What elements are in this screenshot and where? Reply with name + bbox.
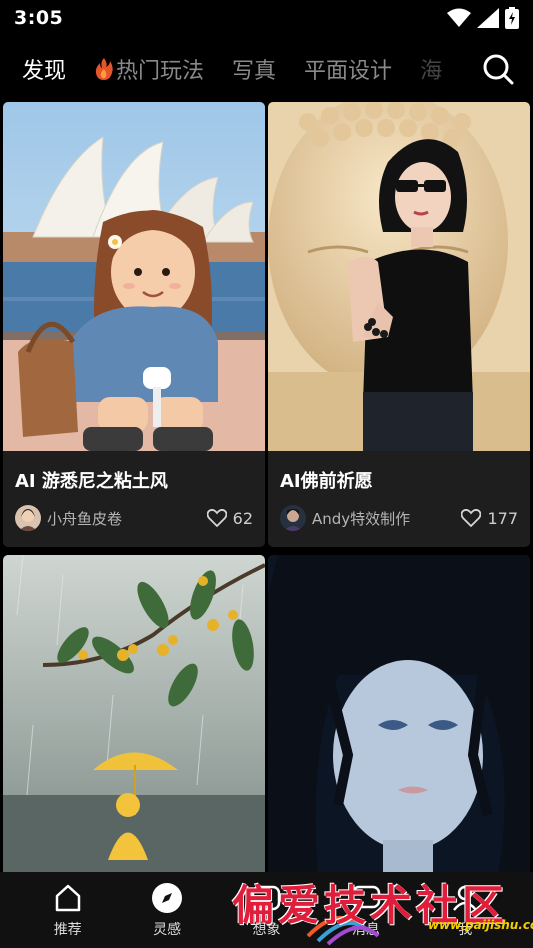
nav-inspiration[interactable]: 灵感 — [132, 881, 202, 939]
nav-label: 推荐 — [53, 922, 82, 938]
bottom-nav: 推荐 灵感 想象 消息 我 — [0, 872, 533, 948]
compass-icon — [152, 883, 183, 913]
buddha-woman-image — [268, 102, 530, 451]
home-icon — [55, 884, 80, 912]
like-button[interactable]: 62 — [206, 508, 253, 528]
avatar — [280, 505, 306, 531]
profile-icon — [453, 885, 478, 911]
nav-messages[interactable]: 消息 — [331, 881, 401, 939]
heart-icon — [206, 509, 227, 527]
card-osmanthus-rain[interactable] — [3, 555, 265, 875]
tab-hot-play[interactable]: 热门玩法 — [94, 53, 204, 85]
nav-label: 消息 — [351, 922, 380, 938]
status-icons — [447, 7, 519, 29]
osmanthus-rain-image — [3, 555, 265, 875]
dark-hair-doll-image — [268, 555, 530, 875]
search-icon — [483, 54, 514, 85]
battery-icon — [505, 7, 519, 29]
status-bar: 3:05 — [0, 0, 533, 36]
card-image[interactable] — [3, 102, 265, 451]
signal-icon — [477, 8, 499, 28]
nav-label: 我 — [458, 922, 473, 938]
author-name: Andy特效制作 — [312, 509, 411, 528]
nav-imagine[interactable]: 想象 — [231, 881, 301, 939]
tab-sea[interactable]: 海 — [420, 53, 442, 85]
card-sydney-clay[interactable]: AI 游悉尼之粘土风 小舟鱼皮卷 62 — [3, 102, 265, 547]
status-time: 3:05 — [14, 7, 64, 29]
heart-icon — [461, 509, 482, 527]
tab-label: 海 — [420, 59, 443, 84]
nav-label: 想象 — [252, 922, 281, 938]
nav-label: 灵感 — [153, 922, 182, 938]
like-button[interactable]: 177 — [461, 509, 518, 528]
tab-discover[interactable]: 发现 — [22, 53, 66, 85]
clay-girl-sydney-image — [3, 102, 265, 451]
author[interactable]: 小舟鱼皮卷 — [15, 505, 122, 531]
card-title: AI佛前祈愿 — [280, 471, 373, 492]
author[interactable]: Andy特效制作 — [280, 505, 410, 531]
nav-profile[interactable]: 我 — [430, 881, 500, 939]
top-tabs: 发现 热门玩法 写真 平面设计 海 — [0, 44, 533, 94]
create-icon — [252, 885, 281, 911]
like-count: 62 — [232, 508, 253, 528]
search-button[interactable] — [481, 52, 515, 86]
author-name: 小舟鱼皮卷 — [47, 509, 123, 528]
tab-label: 平面设计 — [304, 59, 393, 84]
card-buddha-prayer[interactable]: AI佛前祈愿 Andy特效制作 177 — [268, 102, 530, 547]
tab-graphic-design[interactable]: 平面设计 — [304, 53, 392, 85]
tab-label: 发现 — [22, 59, 67, 84]
tab-label: 热门玩法 — [116, 59, 205, 84]
card-title: AI 游悉尼之粘土风 — [15, 471, 168, 492]
card-image[interactable] — [268, 102, 530, 451]
card-meta: 小舟鱼皮卷 62 — [3, 493, 265, 531]
nav-recommend[interactable]: 推荐 — [33, 881, 103, 939]
message-icon — [351, 885, 381, 909]
tabs-scroll: 发现 热门玩法 写真 平面设计 海 — [0, 53, 460, 85]
wifi-icon — [447, 8, 471, 27]
avatar — [15, 505, 41, 531]
card-image[interactable] — [3, 555, 265, 875]
like-count: 177 — [487, 508, 518, 528]
tab-portrait[interactable]: 写真 — [232, 53, 276, 85]
tab-label: 写真 — [232, 59, 277, 84]
card-meta: Andy特效制作 177 — [268, 493, 530, 531]
card-dark-doll[interactable] — [268, 555, 530, 875]
card-image[interactable] — [268, 555, 530, 875]
fire-icon — [95, 58, 113, 80]
